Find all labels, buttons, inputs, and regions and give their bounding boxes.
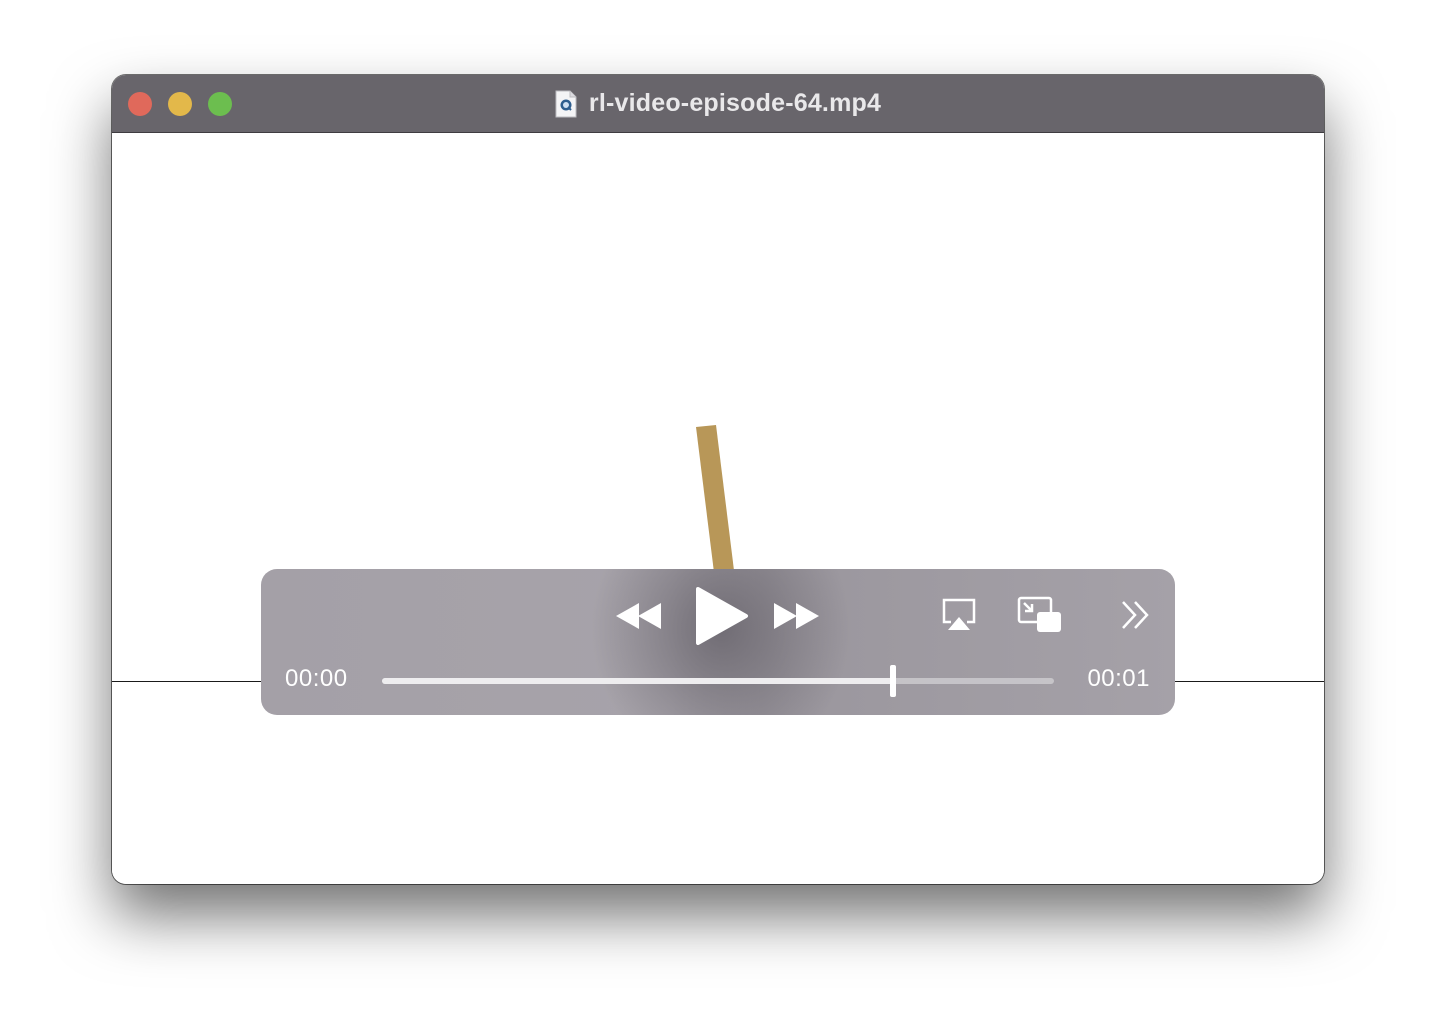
fast-forward-icon [774, 603, 819, 629]
window-title: rl-video-episode-64.mp4 [588, 89, 882, 117]
playback-controls: 00:00 00:01 [261, 569, 1175, 715]
play-icon [696, 587, 748, 645]
playback-scrubber[interactable] [382, 665, 1054, 697]
picture-in-picture-button[interactable] [1017, 596, 1063, 634]
fast-forward-button[interactable] [772, 599, 822, 633]
scrubber-played-portion [382, 678, 893, 684]
quicktime-window: rl-video-episode-64.mp4 00:00 00:01 [112, 75, 1324, 884]
picture-in-picture-icon [1017, 596, 1061, 632]
airplay-button[interactable] [941, 597, 977, 633]
title-bar[interactable]: rl-video-episode-64.mp4 [112, 75, 1324, 133]
play-button[interactable] [695, 587, 749, 645]
scrubber-playhead[interactable] [889, 665, 896, 697]
chevron-double-right-icon [1122, 601, 1149, 629]
duration-time: 00:01 [1087, 665, 1150, 692]
current-time: 00:00 [285, 665, 348, 692]
more-controls-button[interactable] [1119, 598, 1153, 632]
video-content [696, 425, 741, 629]
rewind-icon [616, 603, 661, 629]
airplay-icon [942, 598, 976, 630]
quicktime-document-icon[interactable] [555, 90, 577, 118]
window-title-group: rl-video-episode-64.mp4 [112, 75, 1324, 132]
rewind-button[interactable] [616, 599, 666, 633]
video-frame[interactable] [112, 133, 1324, 884]
